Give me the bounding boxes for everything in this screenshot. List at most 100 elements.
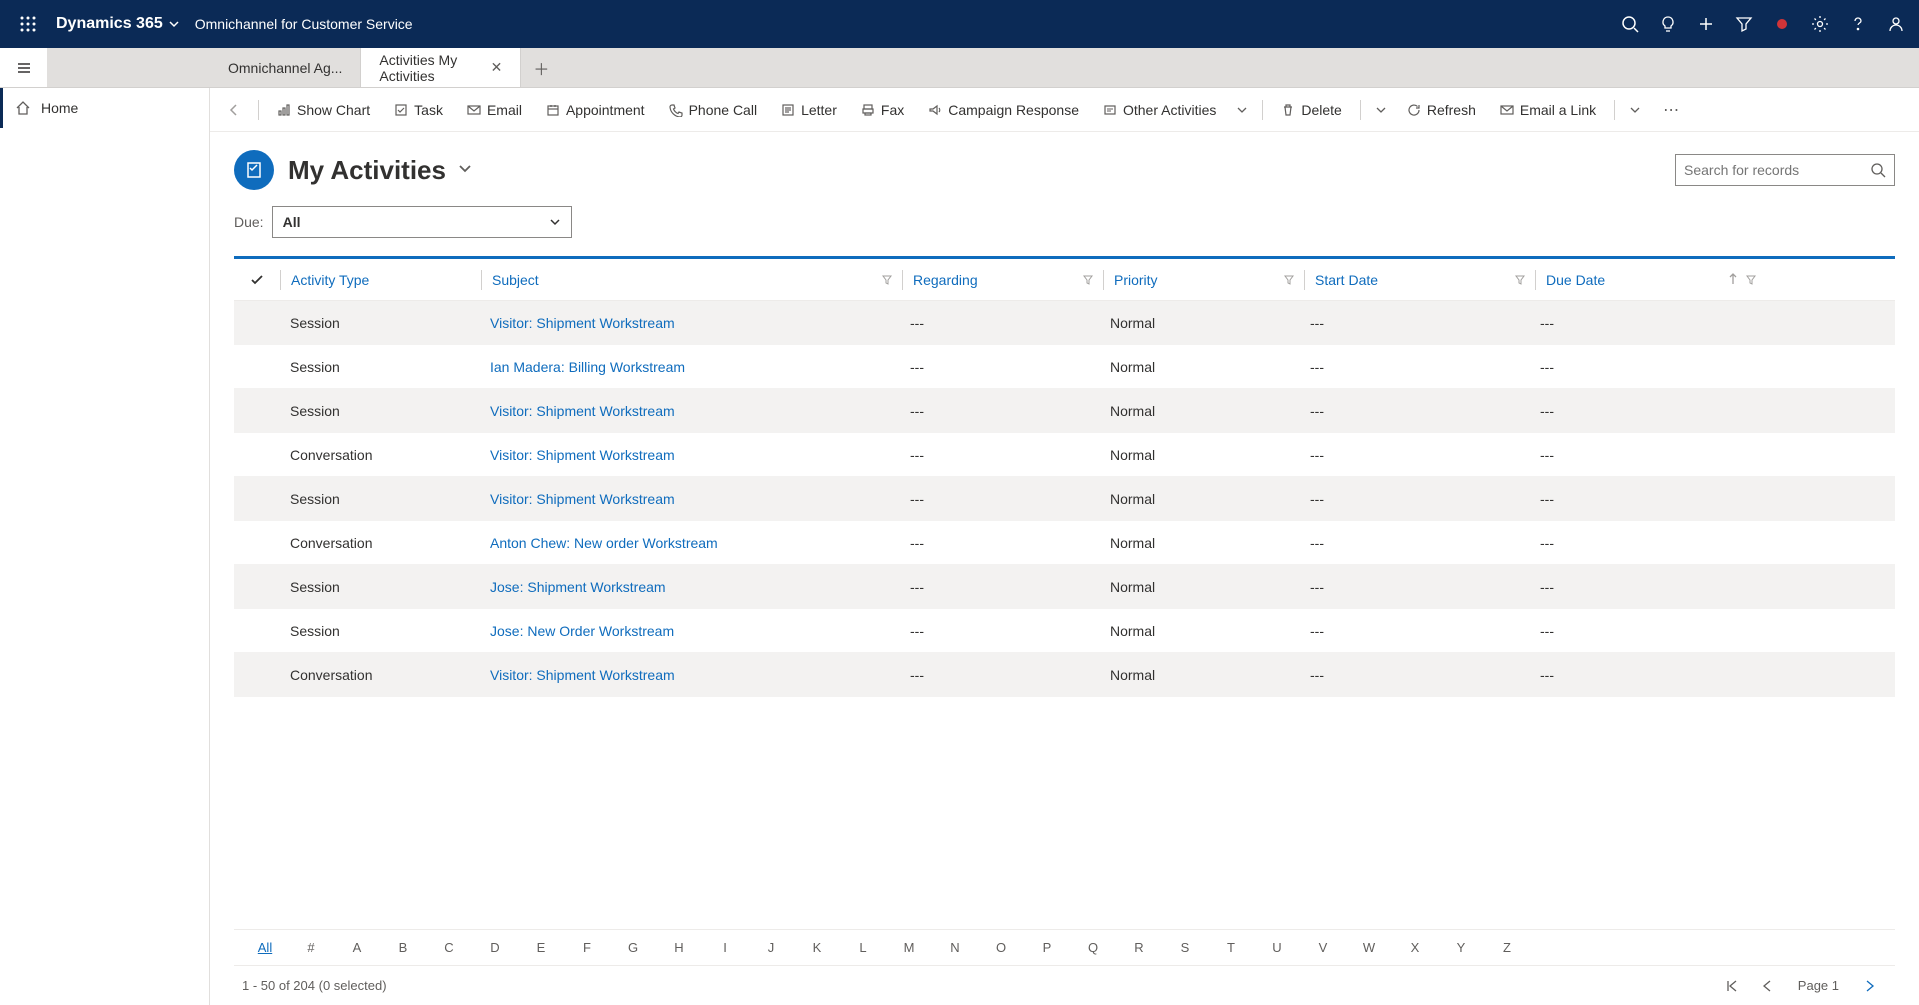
filter-icon[interactable] — [1725, 0, 1763, 48]
next-page-button[interactable] — [1851, 970, 1887, 1002]
alpha-p[interactable]: P — [1024, 940, 1070, 955]
letter-button[interactable]: Letter — [771, 94, 847, 126]
fax-button[interactable]: Fax — [851, 94, 914, 126]
search-records-input[interactable] — [1675, 154, 1895, 186]
close-icon[interactable]: ✕ — [491, 59, 503, 76]
tab-activities[interactable]: Activities My Activities ✕ — [361, 48, 521, 87]
filter-icon[interactable] — [1083, 272, 1093, 288]
alpha-all[interactable]: All — [242, 940, 288, 955]
alpha-f[interactable]: F — [564, 940, 610, 955]
column-priority[interactable]: Priority — [1104, 272, 1304, 288]
filter-icon[interactable] — [1284, 272, 1294, 288]
alpha-d[interactable]: D — [472, 940, 518, 955]
email-link-chevron[interactable] — [1623, 94, 1647, 126]
column-due-date[interactable]: Due Date — [1536, 272, 1766, 288]
table-row[interactable]: ConversationVisitor: Shipment Workstream… — [234, 433, 1895, 477]
alpha-m[interactable]: M — [886, 940, 932, 955]
subject-link[interactable]: Visitor: Shipment Workstream — [490, 667, 675, 683]
alpha-o[interactable]: O — [978, 940, 1024, 955]
tab-omnichannel-agent[interactable]: Omnichannel Ag... — [210, 48, 361, 87]
campaign-response-button[interactable]: Campaign Response — [918, 94, 1089, 126]
record-icon[interactable] — [1763, 0, 1801, 48]
alpha-v[interactable]: V — [1300, 940, 1346, 955]
alpha-w[interactable]: W — [1346, 940, 1392, 955]
alpha-j[interactable]: J — [748, 940, 794, 955]
alpha-h[interactable]: H — [656, 940, 702, 955]
add-icon[interactable] — [1687, 0, 1725, 48]
overflow-button[interactable]: ⋯ — [1655, 100, 1687, 120]
alpha-x[interactable]: X — [1392, 940, 1438, 955]
column-start-date[interactable]: Start Date — [1305, 272, 1535, 288]
back-button[interactable] — [218, 94, 250, 126]
nav-toggle-icon[interactable] — [0, 48, 48, 87]
alpha-a[interactable]: A — [334, 940, 380, 955]
filter-icon[interactable] — [1746, 272, 1756, 288]
other-activities-chevron[interactable] — [1230, 94, 1254, 126]
table-row[interactable]: SessionJose: Shipment Workstream---Norma… — [234, 565, 1895, 609]
phone-call-button[interactable]: Phone Call — [659, 94, 768, 126]
alpha-#[interactable]: # — [288, 940, 334, 955]
alpha-k[interactable]: K — [794, 940, 840, 955]
filter-icon[interactable] — [1515, 272, 1525, 288]
table-row[interactable]: SessionIan Madera: Billing Workstream---… — [234, 345, 1895, 389]
alpha-c[interactable]: C — [426, 940, 472, 955]
lightbulb-icon[interactable] — [1649, 0, 1687, 48]
appointment-button[interactable]: Appointment — [536, 94, 655, 126]
table-row[interactable]: ConversationVisitor: Shipment Workstream… — [234, 653, 1895, 697]
alpha-i[interactable]: I — [702, 940, 748, 955]
due-select[interactable]: All — [272, 206, 572, 238]
subject-link[interactable]: Anton Chew: New order Workstream — [490, 535, 718, 551]
alpha-r[interactable]: R — [1116, 940, 1162, 955]
table-row[interactable]: SessionVisitor: Shipment Workstream---No… — [234, 301, 1895, 345]
alpha-s[interactable]: S — [1162, 940, 1208, 955]
column-subject[interactable]: Subject — [482, 272, 902, 288]
table-row[interactable]: SessionVisitor: Shipment Workstream---No… — [234, 477, 1895, 521]
search-icon[interactable] — [1611, 0, 1649, 48]
alpha-g[interactable]: G — [610, 940, 656, 955]
alpha-t[interactable]: T — [1208, 940, 1254, 955]
user-icon[interactable] — [1877, 0, 1915, 48]
other-activities-button[interactable]: Other Activities — [1093, 94, 1226, 126]
table-row[interactable]: SessionJose: New Order Workstream---Norm… — [234, 609, 1895, 653]
alpha-u[interactable]: U — [1254, 940, 1300, 955]
alpha-l[interactable]: L — [840, 940, 886, 955]
alpha-y[interactable]: Y — [1438, 940, 1484, 955]
subject-link[interactable]: Ian Madera: Billing Workstream — [490, 359, 685, 375]
column-activity-type[interactable]: Activity Type — [281, 272, 481, 288]
select-all-checkbox[interactable] — [234, 273, 280, 287]
filter-icon[interactable] — [882, 272, 892, 288]
show-chart-button[interactable]: Show Chart — [267, 94, 380, 126]
sidebar-item-home[interactable]: Home — [0, 88, 209, 128]
email-link-button[interactable]: Email a Link — [1490, 94, 1606, 126]
first-page-button[interactable] — [1714, 970, 1750, 1002]
subject-link[interactable]: Visitor: Shipment Workstream — [490, 315, 675, 331]
app-launcher-icon[interactable] — [4, 0, 52, 48]
alpha-e[interactable]: E — [518, 940, 564, 955]
help-icon[interactable] — [1839, 0, 1877, 48]
alpha-n[interactable]: N — [932, 940, 978, 955]
gear-icon[interactable] — [1801, 0, 1839, 48]
brand-dropdown[interactable]: Dynamics 365 — [56, 15, 179, 33]
subject-link[interactable]: Jose: Shipment Workstream — [490, 579, 666, 595]
sort-asc-icon[interactable] — [1728, 272, 1738, 288]
delete-button[interactable]: Delete — [1271, 94, 1351, 126]
alpha-q[interactable]: Q — [1070, 940, 1116, 955]
email-button[interactable]: Email — [457, 94, 532, 126]
task-button[interactable]: Task — [384, 94, 453, 126]
add-tab-button[interactable]: ＋ — [521, 48, 561, 87]
alpha-b[interactable]: B — [380, 940, 426, 955]
grid-body[interactable]: SessionVisitor: Shipment Workstream---No… — [234, 301, 1895, 929]
subject-link[interactable]: Visitor: Shipment Workstream — [490, 447, 675, 463]
search-field[interactable] — [1684, 162, 1870, 178]
table-row[interactable]: ConversationAnton Chew: New order Workst… — [234, 521, 1895, 565]
column-regarding[interactable]: Regarding — [903, 272, 1103, 288]
view-selector-chevron[interactable] — [458, 161, 472, 180]
subject-link[interactable]: Visitor: Shipment Workstream — [490, 403, 675, 419]
alpha-z[interactable]: Z — [1484, 940, 1530, 955]
delete-chevron[interactable] — [1369, 94, 1393, 126]
prev-page-button[interactable] — [1750, 970, 1786, 1002]
subject-link[interactable]: Visitor: Shipment Workstream — [490, 491, 675, 507]
table-row[interactable]: SessionVisitor: Shipment Workstream---No… — [234, 389, 1895, 433]
subject-link[interactable]: Jose: New Order Workstream — [490, 623, 674, 639]
refresh-button[interactable]: Refresh — [1397, 94, 1486, 126]
